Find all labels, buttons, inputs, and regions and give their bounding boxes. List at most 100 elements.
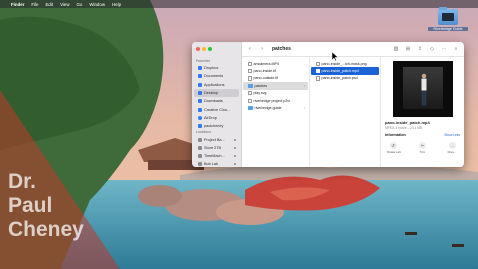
eject-icon[interactable] bbox=[234, 138, 236, 141]
watermark-line: Paul bbox=[8, 194, 53, 217]
folder-icon bbox=[438, 7, 458, 25]
menu-file[interactable]: File bbox=[31, 2, 38, 7]
file-icon bbox=[316, 76, 320, 81]
sidebar-item-label: Store 2TB bbox=[204, 145, 222, 150]
finder-content: ‹ › patches ▥ ⊞ ⇪ ◇ ⋯ ⌕ amcamera.MP4 pan… bbox=[242, 42, 464, 167]
airdrop-icon bbox=[198, 115, 202, 120]
column-desktop: amcamera.MP4 pano-inside.tif pano-outsid… bbox=[242, 57, 310, 167]
list-item[interactable]: pano-inside.tif bbox=[243, 67, 308, 74]
minimize-button[interactable] bbox=[202, 47, 206, 51]
drive-icon bbox=[198, 145, 202, 150]
creative-cloud-icon bbox=[198, 107, 202, 112]
list-item[interactable]: pano-inside_patch.psd bbox=[311, 75, 379, 82]
share-icon[interactable]: ⇪ bbox=[416, 46, 424, 52]
menu-bar: Finder File Edit View Go Window Help bbox=[0, 0, 478, 8]
list-item[interactable]: pano-outside.tif bbox=[243, 75, 308, 82]
close-button[interactable] bbox=[196, 47, 200, 51]
list-item-selected[interactable]: pano-inside_patch.mp4 bbox=[311, 67, 379, 75]
rotate-left-button[interactable]: ↺ Rotate Left bbox=[387, 142, 401, 154]
preview-filename: pano-inside_patch.mp4 bbox=[385, 120, 430, 125]
sidebar-item-label: AirDrop bbox=[204, 115, 217, 120]
file-name: play.svg bbox=[253, 91, 267, 96]
quick-actions: ↺ Rotate Left ✂ Trim … More... bbox=[385, 142, 460, 154]
file-icon bbox=[316, 61, 320, 66]
zoom-button[interactable] bbox=[208, 47, 212, 51]
sidebar-item-label: Project Ba... bbox=[204, 137, 225, 142]
action-label: Trim bbox=[419, 150, 426, 154]
sidebar-item-drive[interactable]: Project Ba... bbox=[194, 135, 239, 143]
show-less-link[interactable]: Show Less bbox=[444, 133, 460, 137]
finder-window: Favorites Dropbox Documents Applications… bbox=[192, 42, 464, 167]
tag-icon[interactable]: ◇ bbox=[428, 46, 436, 52]
folder-icon bbox=[248, 106, 253, 110]
window-controls bbox=[196, 47, 212, 51]
menu-view[interactable]: View bbox=[60, 2, 69, 7]
file-name: riverbridge project.p2vr bbox=[253, 98, 291, 103]
sidebar-item-label: Dropbox bbox=[204, 66, 219, 71]
sidebar-item-label: TimeMach... bbox=[204, 154, 225, 159]
desktop-icon bbox=[198, 91, 202, 96]
sidebar-item-creative-cloud[interactable]: Creative Clou... bbox=[194, 105, 239, 113]
preview-info-row: Information Show Less bbox=[385, 133, 460, 137]
action-label: Rotate Left bbox=[387, 150, 401, 154]
list-item[interactable]: pano-inside_...tch-mask.png bbox=[311, 60, 379, 67]
group-icon[interactable]: ⊞ bbox=[404, 46, 412, 52]
forward-chevron-icon[interactable]: › bbox=[258, 46, 266, 52]
file-icon bbox=[248, 61, 252, 66]
sidebar-item-label: Bob Lab bbox=[204, 162, 219, 167]
file-icon bbox=[248, 98, 252, 103]
chevron-right-icon: › bbox=[303, 106, 305, 111]
sidebar-item-drive[interactable]: Bob Lab bbox=[194, 160, 239, 167]
desktop-folder-label: Riverbridge Guide bbox=[428, 27, 468, 31]
drive-icon bbox=[198, 154, 202, 159]
back-chevron-icon[interactable]: ‹ bbox=[246, 46, 254, 52]
menu-window[interactable]: Window bbox=[89, 2, 105, 7]
file-name: pano-inside_patch.psd bbox=[321, 76, 358, 81]
sidebar-item-home[interactable]: paulcheney bbox=[194, 122, 239, 130]
more-button[interactable]: … More... bbox=[446, 142, 458, 154]
action-label: More... bbox=[447, 150, 457, 154]
view-columns-icon[interactable]: ▥ bbox=[392, 46, 400, 52]
window-title: patches bbox=[272, 46, 291, 52]
list-item[interactable]: riverbridge-guide › bbox=[243, 104, 308, 111]
list-item[interactable]: riverbridge project.p2vr bbox=[243, 97, 308, 104]
eject-icon[interactable] bbox=[234, 146, 236, 149]
folder-icon bbox=[248, 84, 253, 88]
list-item[interactable]: amcamera.MP4 bbox=[243, 60, 308, 67]
sidebar-item-downloads[interactable]: Downloads bbox=[194, 97, 239, 105]
mouse-pointer-icon bbox=[332, 52, 338, 61]
sidebar-item-label: Desktop bbox=[204, 91, 218, 96]
file-icon bbox=[316, 68, 320, 74]
menu-edit[interactable]: Edit bbox=[46, 2, 54, 7]
trim-button[interactable]: ✂ Trim bbox=[417, 142, 429, 154]
document-icon bbox=[198, 74, 202, 79]
list-item[interactable]: play.svg bbox=[243, 90, 308, 97]
downloads-icon bbox=[198, 99, 202, 104]
file-icon bbox=[248, 91, 252, 96]
eject-icon[interactable] bbox=[234, 155, 236, 158]
sidebar-item-documents[interactable]: Documents bbox=[194, 72, 239, 80]
menu-finder[interactable]: Finder bbox=[11, 2, 24, 7]
sidebar-item-drive[interactable]: TimeMach... bbox=[194, 152, 239, 160]
column-patches: pano-inside_...tch-mask.png pano-inside_… bbox=[310, 57, 381, 167]
trim-icon: ✂ bbox=[419, 142, 426, 149]
sidebar-item-label: Applications bbox=[204, 82, 225, 87]
information-label: Information bbox=[385, 133, 406, 137]
sidebar-item-drive[interactable]: Store 2TB bbox=[194, 144, 239, 152]
preview-pane: pano-inside_patch.mp4 MPEG-4 movie – 23.… bbox=[381, 57, 464, 167]
action-more-icon[interactable]: ⋯ bbox=[440, 46, 448, 52]
video-thumbnail[interactable] bbox=[392, 61, 453, 117]
eject-icon[interactable] bbox=[234, 163, 236, 166]
sidebar-item-dropbox[interactable]: Dropbox bbox=[194, 64, 239, 72]
watermark-line: Cheney bbox=[8, 218, 84, 241]
list-item-selected[interactable]: patches › bbox=[243, 82, 308, 90]
menu-go[interactable]: Go bbox=[77, 2, 83, 7]
sidebar-item-desktop[interactable]: Desktop bbox=[194, 88, 239, 98]
sidebar-item-airdrop[interactable]: AirDrop bbox=[194, 114, 239, 122]
folder-name: riverbridge-guide bbox=[254, 106, 282, 111]
sidebar-item-applications[interactable]: Applications bbox=[194, 81, 239, 89]
drive-icon bbox=[198, 137, 202, 142]
search-icon[interactable]: ⌕ bbox=[452, 46, 460, 52]
menu-help[interactable]: Help bbox=[112, 2, 121, 7]
desktop-folder-riverbridge[interactable]: Riverbridge Guide bbox=[428, 7, 468, 31]
